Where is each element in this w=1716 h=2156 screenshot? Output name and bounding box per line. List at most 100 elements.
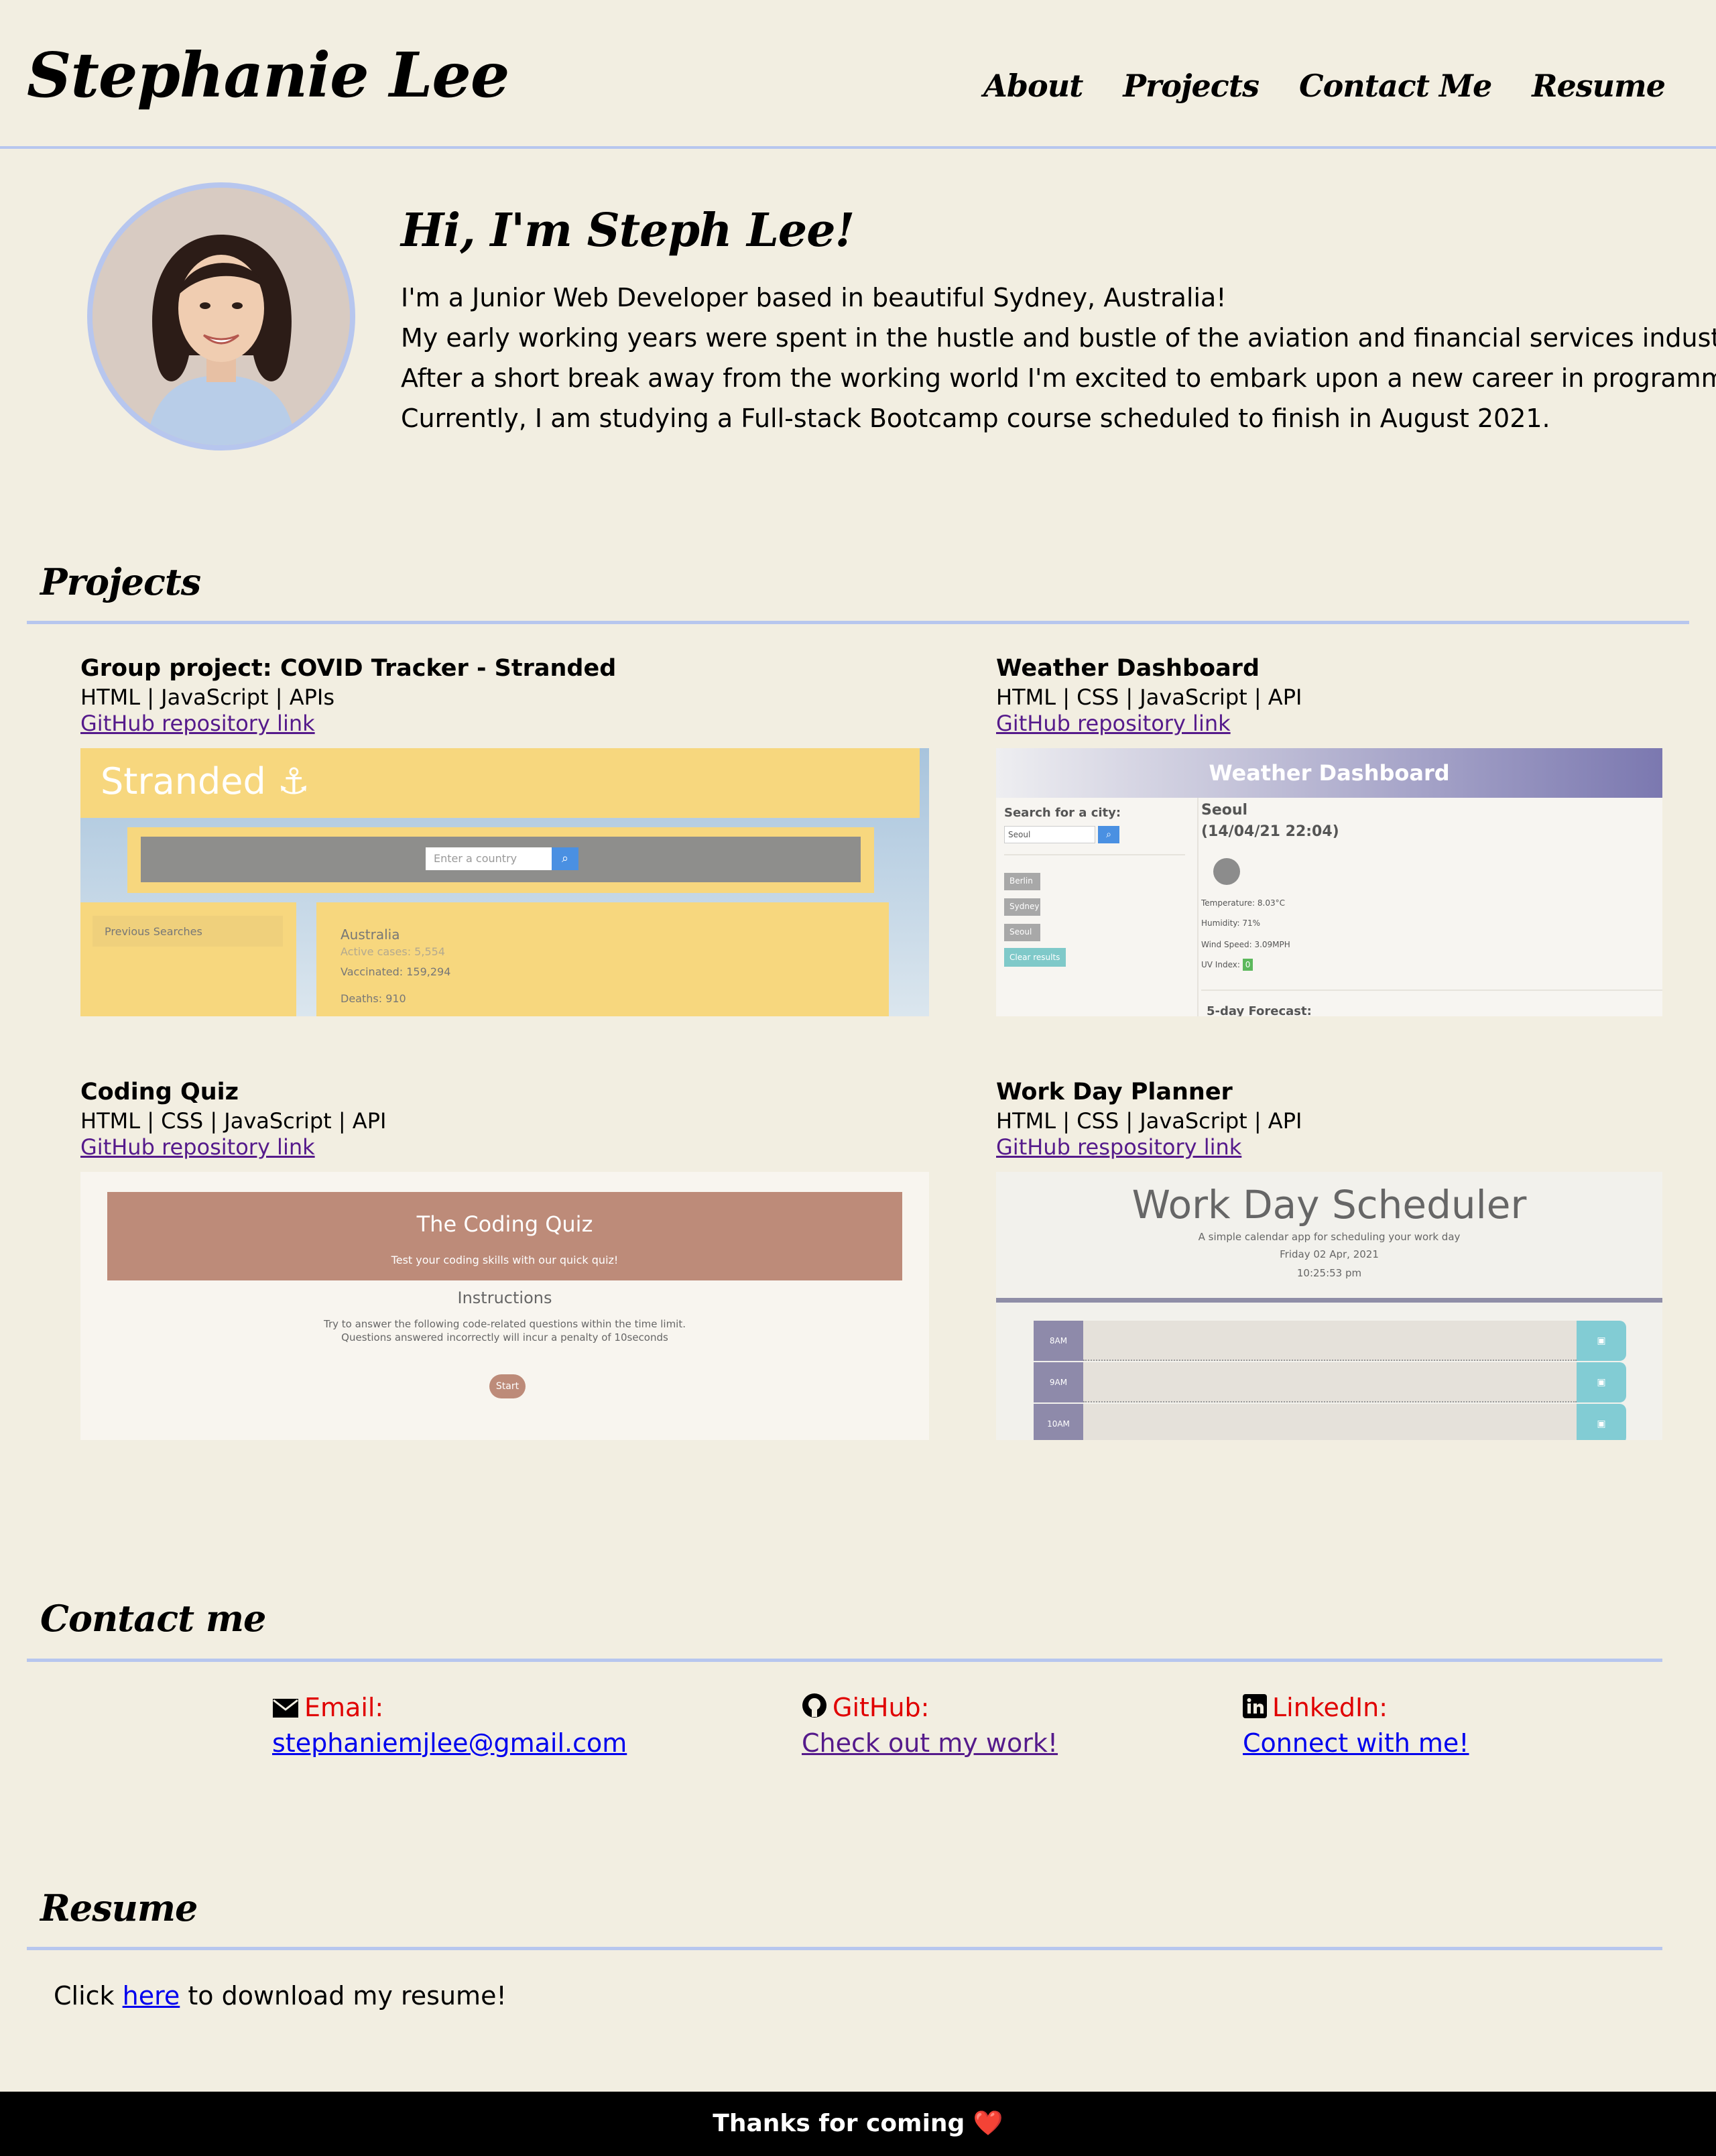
anchor-icon: ⚓: [277, 760, 310, 802]
stranded-brand: Stranded ⚓: [101, 760, 310, 802]
time-block-row: 10AM ▣: [1034, 1404, 1662, 1440]
github-label: GitHub:: [833, 1693, 930, 1722]
nav-resume[interactable]: Resume: [1532, 59, 1666, 113]
projects-divider: [27, 621, 1689, 624]
stranded-header: Stranded ⚓: [80, 748, 920, 818]
clear-results-button: Clear results: [1004, 948, 1066, 967]
project-tech: HTML | CSS | JavaScript | API: [996, 684, 1302, 710]
save-icon: ▣: [1577, 1404, 1626, 1440]
hero-paragraph: After a short break away from the workin…: [401, 363, 1716, 393]
hour-label: 10AM: [1034, 1404, 1083, 1440]
project-github-link[interactable]: GitHub repository link: [80, 711, 315, 736]
nav-projects[interactable]: Projects: [1123, 59, 1260, 113]
event-textarea: [1083, 1404, 1577, 1440]
country-stats-panel: Australia Active cases: 5,554 Vaccinated…: [316, 902, 889, 1016]
time-block-row: 8AM ▣: [1034, 1321, 1662, 1361]
scheduler-title: Work Day Scheduler: [1131, 1182, 1527, 1227]
current-datetime: (14/04/21 22:04): [1201, 823, 1339, 840]
city-search-label: Search for a city:: [1004, 806, 1121, 820]
project-github-link[interactable]: GitHub repository link: [80, 1134, 315, 1160]
email-label: Email:: [304, 1693, 384, 1722]
linkedin-link[interactable]: Connect with me!: [1243, 1726, 1469, 1760]
temperature: Temperature: 8.03°C: [1201, 898, 1285, 908]
project-github-link[interactable]: GitHub repository link: [996, 711, 1231, 736]
scheduler-date: Friday 02 Apr, 2021: [1280, 1248, 1379, 1260]
project-tech: HTML | JavaScript | APIs: [80, 684, 334, 710]
profile-photo: [93, 188, 350, 445]
quiz-header: The Coding Quiz Test your coding skills …: [107, 1192, 902, 1280]
contact-email: Email: stephaniemjlee@gmail.com: [272, 1691, 627, 1760]
project-tech: HTML | CSS | JavaScript | API: [80, 1108, 387, 1134]
project-card: Work Day Planner HTML | CSS | JavaScript…: [996, 1077, 1302, 1160]
scheduler-time: 10:25:53 pm: [1296, 1267, 1362, 1279]
resume-download-link[interactable]: here: [123, 1981, 180, 2011]
linkedin-label: LinkedIn:: [1272, 1693, 1388, 1722]
start-button: Start: [489, 1374, 526, 1398]
city-search-input: Seoul: [1004, 826, 1095, 843]
hero-paragraph: My early working years were spent in the…: [401, 323, 1716, 353]
contact-linkedin: LinkedIn: Connect with me!: [1243, 1691, 1469, 1760]
site-footer: Thanks for coming ❤️: [0, 2092, 1716, 2156]
project-title: Weather Dashboard: [996, 655, 1260, 682]
resume-heading: Resume: [40, 1886, 198, 1929]
contact-github: GitHub: Check out my work!: [802, 1691, 1058, 1760]
project-screenshot[interactable]: Stranded ⚓ Enter a country ⌕ Previous Se…: [80, 748, 929, 1016]
search-icon: ⌕: [1098, 826, 1119, 843]
save-icon: ▣: [1577, 1321, 1626, 1361]
instructions-title: Instructions: [457, 1289, 552, 1307]
project-screenshot[interactable]: Weather Dashboard Search for a city: Seo…: [996, 748, 1662, 1016]
github-link[interactable]: Check out my work!: [802, 1726, 1058, 1760]
project-card: Coding Quiz HTML | CSS | JavaScript | AP…: [80, 1077, 386, 1160]
previous-searches-label: Previous Searches: [93, 916, 283, 947]
nav-contact[interactable]: Contact Me: [1299, 59, 1492, 113]
vaccinated-count: Vaccinated: 159,294: [341, 965, 451, 978]
github-icon: [802, 1693, 827, 1726]
uv-index: UV Index: 0: [1201, 959, 1253, 971]
scheduler-subtitle: A simple calendar app for scheduling you…: [1198, 1231, 1461, 1243]
hour-label: 8AM: [1034, 1321, 1083, 1361]
country-input: Enter a country: [426, 847, 552, 870]
search-icon: ⌕: [552, 847, 578, 870]
deaths-count: Deaths: 910: [341, 992, 406, 1005]
hero-intro: I'm a Junior Web Developer based in beau…: [401, 278, 1716, 438]
quiz-subtitle: Test your coding skills with our quick q…: [391, 1254, 619, 1266]
hour-label: 9AM: [1034, 1362, 1083, 1402]
contact-divider: [27, 1659, 1662, 1662]
save-icon: ▣: [1577, 1362, 1626, 1402]
event-textarea: [1083, 1362, 1577, 1402]
instructions-line: Try to answer the following code-related…: [324, 1318, 686, 1330]
site-title: Stephanie Lee: [27, 39, 509, 111]
nav-about[interactable]: About: [983, 59, 1083, 113]
active-cases: Active cases: 5,554: [341, 945, 445, 958]
project-screenshot[interactable]: Work Day Scheduler A simple calendar app…: [996, 1172, 1662, 1440]
city-history-item: Seoul: [1004, 924, 1040, 941]
profile-avatar: [87, 182, 355, 451]
project-title: Group project: COVID Tracker - Stranded: [80, 655, 617, 682]
resume-text: Click here to download my resume!: [54, 1981, 507, 2011]
project-screenshot[interactable]: The Coding Quiz Test your coding skills …: [80, 1172, 929, 1440]
instructions-line: Questions answered incorrectly will incu…: [341, 1331, 668, 1343]
project-tech: HTML | CSS | JavaScript | API: [996, 1108, 1302, 1134]
hero-paragraph: I'm a Junior Web Developer based in beau…: [401, 283, 1227, 312]
previous-searches-panel: Previous Searches: [80, 902, 296, 1016]
city-history-item: Sydney: [1004, 898, 1040, 916]
email-link[interactable]: stephaniemjlee@gmail.com: [272, 1726, 627, 1760]
projects-heading: Projects: [40, 560, 201, 603]
project-github-link[interactable]: GitHub respository link: [996, 1134, 1241, 1160]
project-title: Work Day Planner: [996, 1079, 1233, 1105]
project-title: Coding Quiz: [80, 1079, 239, 1105]
project-card: Weather Dashboard HTML | CSS | JavaScrip…: [996, 653, 1302, 736]
project-card: Group project: COVID Tracker - Stranded …: [80, 653, 616, 736]
quiz-title: The Coding Quiz: [416, 1211, 593, 1237]
footer-text: Thanks for coming: [713, 2110, 965, 2137]
hero-paragraph: Currently, I am studying a Full-stack Bo…: [401, 404, 1550, 433]
linkedin-icon: [1243, 1693, 1267, 1726]
humidity: Humidity: 71%: [1201, 918, 1261, 928]
main-nav: About Projects Contact Me Resume: [983, 59, 1666, 113]
city-history-item: Berlin: [1004, 873, 1040, 890]
event-textarea: [1083, 1321, 1577, 1361]
hero-heading: Hi, I'm Steph Lee!: [401, 204, 855, 257]
current-city: Seoul: [1201, 802, 1248, 819]
heart-icon: ❤️: [973, 2110, 1003, 2137]
weather-icon: [1213, 858, 1240, 885]
